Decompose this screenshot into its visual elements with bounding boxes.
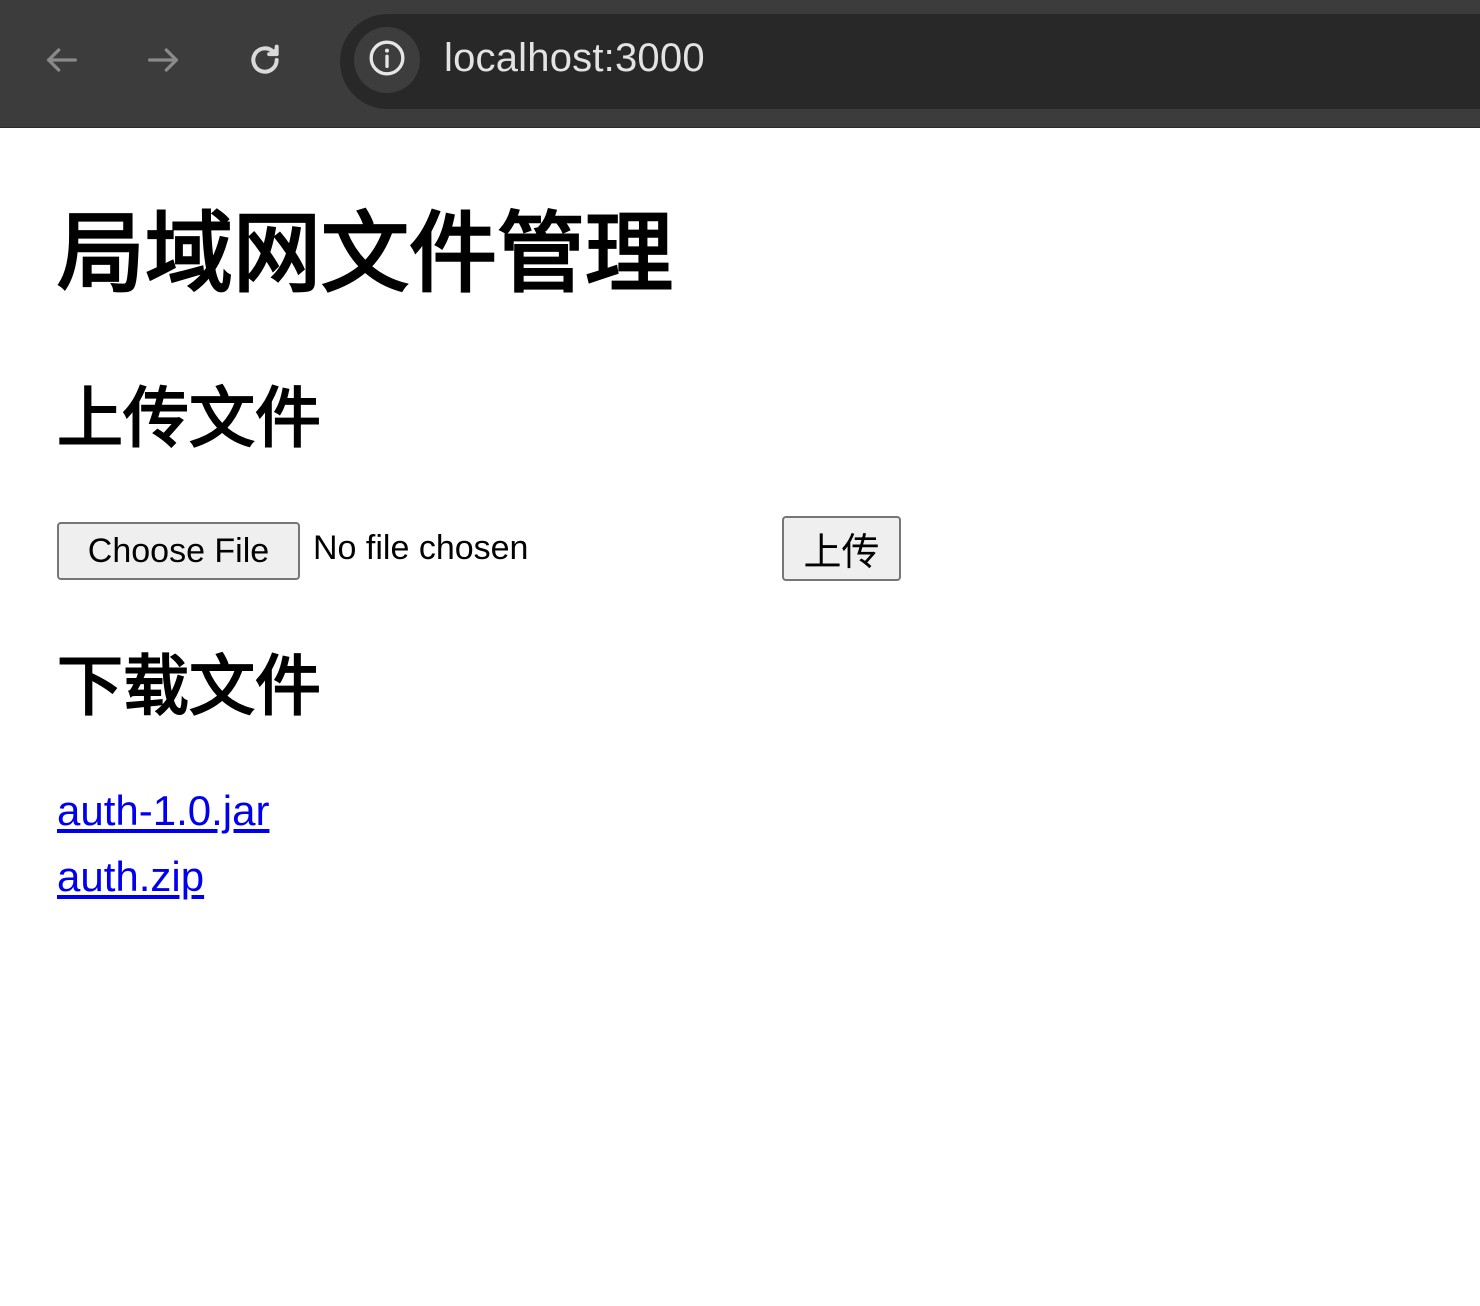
choose-file-button[interactable]: Choose File [57,522,300,580]
arrow-right-icon [143,40,183,85]
address-bar[interactable]: localhost:3000 [340,14,1480,109]
file-list: auth-1.0.jar auth.zip [57,783,269,915]
upload-submit-button[interactable]: 上传 [782,516,901,581]
info-icon [367,38,407,83]
upload-form: Choose File No file chosen 上传 [57,516,957,582]
upload-heading: 上传文件 [57,380,321,457]
site-info-button[interactable] [354,27,420,93]
file-link-auth-jar[interactable]: auth-1.0.jar [57,787,269,834]
browser-toolbar: localhost:3000 [0,0,1480,128]
reload-icon [245,40,285,85]
back-button[interactable] [32,32,92,92]
list-item: auth-1.0.jar [57,783,269,849]
arrow-left-icon [42,40,82,85]
page-content: 局域网文件管理 上传文件 Choose File No file chosen … [57,128,1480,1306]
file-status-text: No file chosen [313,529,529,567]
forward-button[interactable] [133,32,193,92]
download-heading: 下载文件 [57,648,321,725]
reload-button[interactable] [235,32,295,92]
list-item: auth.zip [57,849,269,915]
url-text[interactable]: localhost:3000 [444,36,705,81]
file-link-auth-zip[interactable]: auth.zip [57,853,204,900]
page-title: 局域网文件管理 [57,202,674,305]
